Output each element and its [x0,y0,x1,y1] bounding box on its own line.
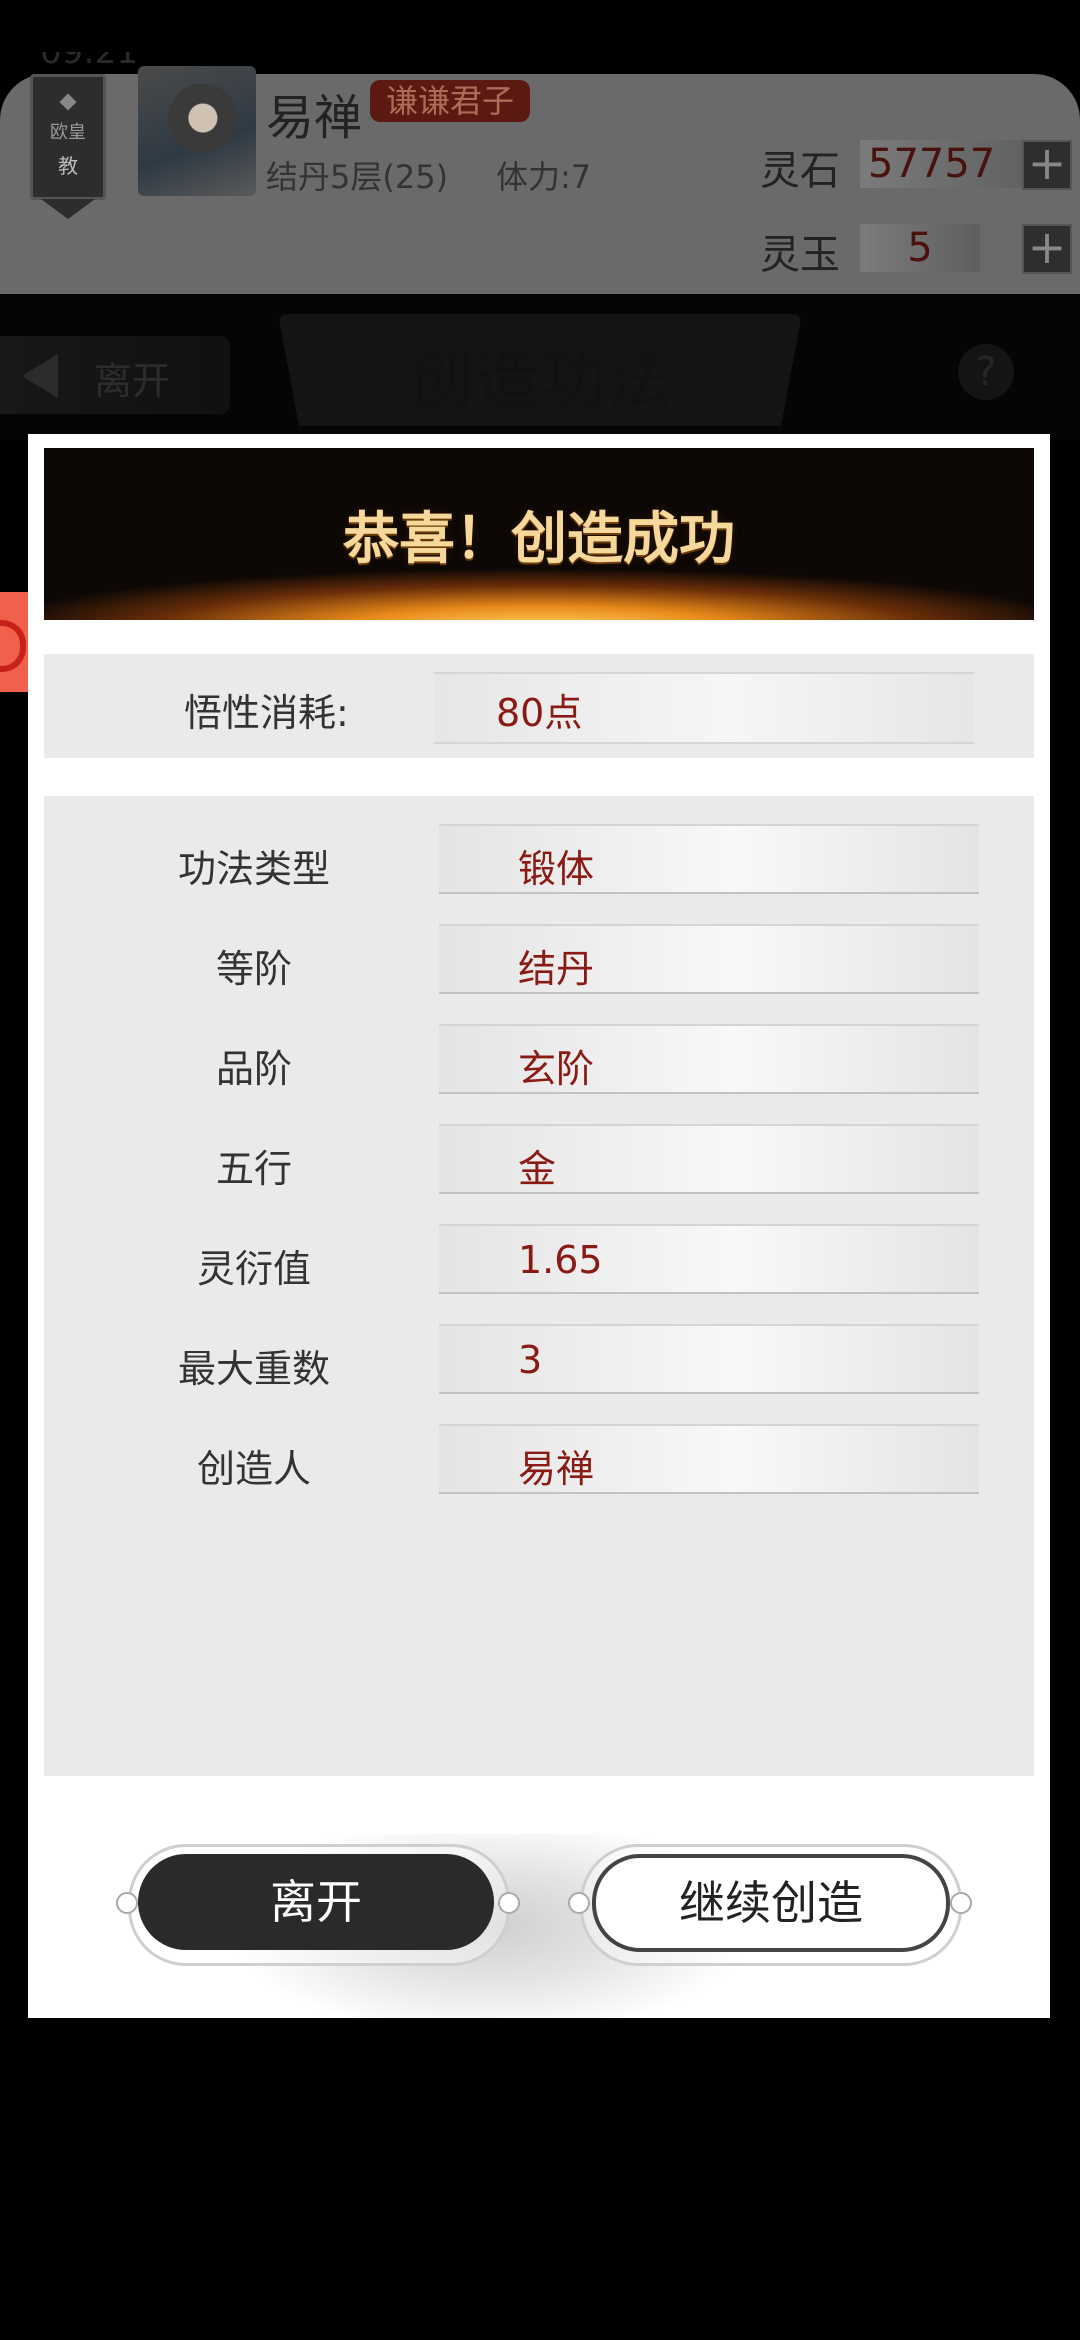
info-label: 最大重数 [177,1347,330,1391]
leave-button[interactable]: 离开 [138,1854,494,1950]
plus-icon[interactable]: + [1022,224,1072,274]
info-row: 功法类型 锻体 [44,824,1034,894]
resource-label-lingshi: 灵石 [760,148,840,194]
info-row: 五行 金 [44,1124,1034,1194]
rank-badge-line2: 教 [58,153,78,178]
rank-badge[interactable]: 欧皇 教 [30,74,106,219]
info-label: 灵衍值 [196,1247,311,1291]
continue-create-button[interactable]: 继续创造 [592,1854,950,1952]
player-stamina: 体力:7 [496,158,592,196]
info-value: 结丹 [518,947,595,991]
info-label: 五行 [215,1147,292,1191]
info-label: 创造人 [196,1447,311,1491]
player-name: 易禅 [266,90,363,146]
frame-dot [568,1892,590,1914]
info-row: 灵衍值 1.65 [44,1224,1034,1294]
info-value: 1.65 [518,1238,603,1282]
frame-dot [116,1892,138,1914]
rank-badge-line1: 欧皇 [50,121,86,143]
page-title: 创造功法 [408,341,672,418]
info-label: 功法类型 [177,847,330,891]
info-value: 金 [518,1147,557,1191]
cost-row: 悟性消耗: 80点 [44,654,1034,758]
info-row: 品阶 玄阶 [44,1024,1034,1094]
frame-dot [498,1892,520,1914]
background-game-ui: 09:21 欧皇 教 易禅 谦谦君子 结丹5层(25) 体力:7 灵石 5775… [0,0,1080,440]
player-realm: 结丹5层(25) [266,158,449,196]
banner-title: 恭喜！创造成功 [343,506,735,572]
avatar[interactable] [138,66,256,196]
help-icon[interactable]: ? [958,344,1014,400]
info-panel: 功法类型 锻体 等阶 结丹 品阶 玄阶 五行 金 灵衍值 1.65 最大重数 3 [44,796,1034,1776]
info-row: 创造人 易禅 [44,1424,1034,1494]
info-value: 易禅 [518,1447,595,1491]
info-row: 最大重数 3 [44,1324,1034,1394]
player-title-badge: 谦谦君子 [370,80,531,122]
info-value: 锻体 [518,847,595,891]
frame-dot [950,1892,972,1914]
info-value: 玄阶 [518,1047,595,1091]
resource-value-lingyu: 5 [860,224,980,272]
cost-label: 悟性消耗: [184,691,349,735]
info-value: 3 [518,1338,543,1382]
info-row: 等阶 结丹 [44,924,1034,994]
success-banner: 恭喜！创造成功 [44,448,1034,620]
resource-label-lingyu: 灵玉 [760,232,840,278]
plus-icon[interactable]: + [1022,140,1072,190]
info-label: 品阶 [215,1047,292,1091]
resource-value-lingshi: 57757 [860,140,1038,188]
diamond-icon [59,93,77,110]
info-label: 等阶 [215,947,292,991]
cost-value: 80点 [496,691,583,735]
result-dialog: 恭喜！创造成功 悟性消耗: 80点 功法类型 锻体 等阶 结丹 品阶 玄阶 五行… [28,434,1050,2018]
